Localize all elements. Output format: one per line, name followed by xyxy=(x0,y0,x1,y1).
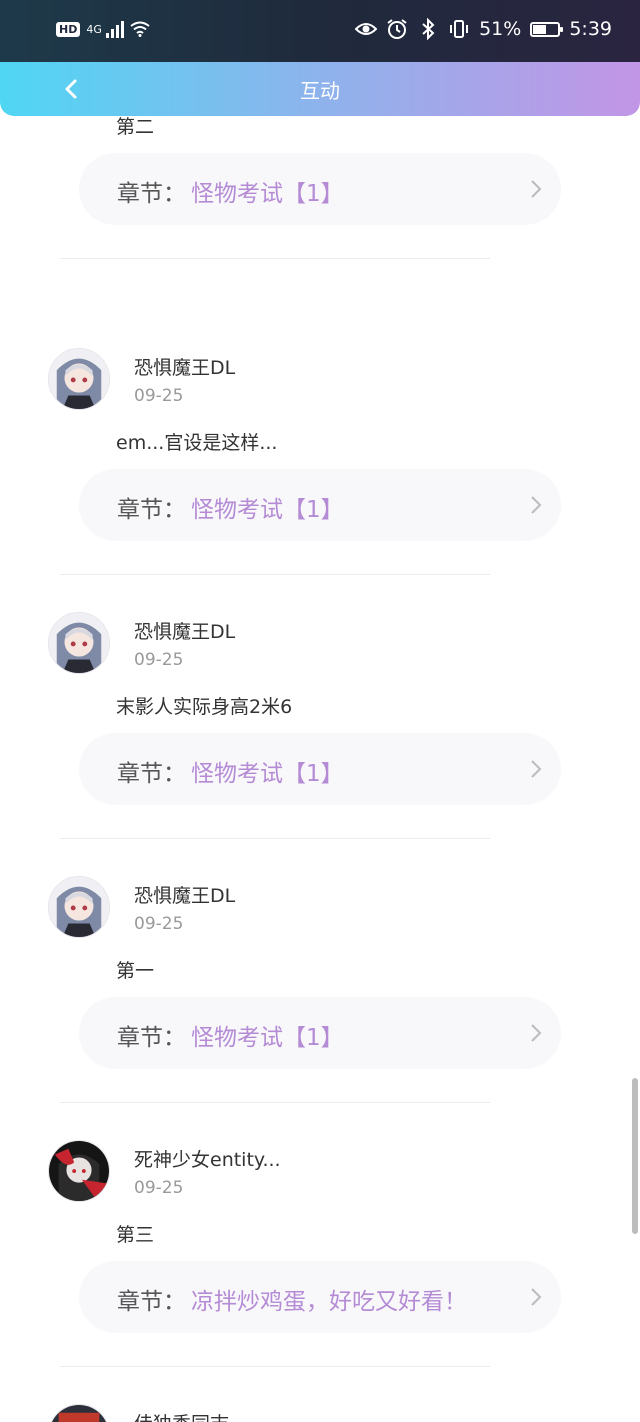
user-avatar[interactable] xyxy=(48,612,110,674)
clock: 5:39 xyxy=(569,18,612,40)
hd-badge: HD xyxy=(56,21,81,37)
comment-text: em...官设是这样... xyxy=(116,432,278,454)
chevron-right-icon xyxy=(531,180,542,198)
chapter-name: 怪物考试【1】 xyxy=(191,1025,344,1051)
wifi-icon xyxy=(130,21,150,37)
bluetooth-icon xyxy=(422,18,435,40)
user-avatar[interactable] xyxy=(48,1140,110,1202)
signal-icon xyxy=(105,20,124,38)
user-avatar[interactable] xyxy=(48,1404,110,1422)
comment-date: 09-25 xyxy=(134,1178,184,1198)
username[interactable]: 恐惧魔王DL xyxy=(134,881,235,908)
username[interactable]: 恐惧魔王DL xyxy=(134,617,235,644)
chapter-link[interactable]: 章节： 凉拌炒鸡蛋，好吃又好看！ xyxy=(79,1261,561,1333)
alarm-icon xyxy=(387,19,407,39)
chapter-name: 怪物考试【1】 xyxy=(191,761,344,787)
comment-date: 09-25 xyxy=(134,650,184,670)
username[interactable]: 佳独秀同志 xyxy=(134,1409,229,1422)
chevron-right-icon xyxy=(531,760,542,778)
divider xyxy=(60,258,490,259)
battery-fill xyxy=(533,24,546,34)
page-title: 互动 xyxy=(300,79,340,103)
divider xyxy=(60,838,490,839)
comment-text: 第三 xyxy=(116,1224,155,1246)
chevron-right-icon xyxy=(531,1288,542,1306)
chapter-label: 章节： xyxy=(117,497,186,523)
chapter-link[interactable]: 章节： 怪物考试【1】 xyxy=(79,153,561,225)
nav-bar: 互动 xyxy=(0,62,640,116)
username[interactable]: 恐惧魔王DL xyxy=(134,353,235,380)
comment-feed[interactable]: 09-25 第二 章节： 怪物考试【1】 恐惧魔王DL 09-25 em...官… xyxy=(0,116,640,1422)
user-avatar[interactable] xyxy=(48,876,110,938)
chapter-link[interactable]: 章节： 怪物考试【1】 xyxy=(79,469,561,541)
comment-date: 09-25 xyxy=(134,386,184,406)
chapter-name: 怪物考试【1】 xyxy=(191,497,344,523)
comment-text: 第二 xyxy=(116,116,155,138)
username[interactable]: 死神少女entity... xyxy=(134,1145,281,1172)
comment-date: 09-25 xyxy=(134,914,184,934)
scrollbar[interactable] xyxy=(632,1078,638,1234)
divider xyxy=(60,1102,490,1103)
battery-icon xyxy=(530,21,564,37)
divider xyxy=(60,1366,490,1367)
comment-text: 末影人实际身高2米6 xyxy=(116,696,293,718)
chapter-name: 怪物考试【1】 xyxy=(191,181,344,207)
comment-text: 第一 xyxy=(116,960,155,982)
chapter-label: 章节： xyxy=(117,181,186,207)
chapter-link[interactable]: 章节： 怪物考试【1】 xyxy=(79,733,561,805)
chapter-name: 凉拌炒鸡蛋，好吃又好看！ xyxy=(191,1289,467,1315)
eye-icon xyxy=(355,23,378,35)
status-bar: HD 4G 51% 5:39 xyxy=(0,0,640,62)
user-avatar[interactable] xyxy=(48,348,110,410)
network-type: 4G xyxy=(86,22,102,36)
battery-percent: 51% xyxy=(479,18,522,40)
chevron-right-icon xyxy=(531,1024,542,1042)
status-left: HD 4G xyxy=(56,20,150,38)
vibrate-icon xyxy=(450,20,469,38)
chapter-label: 章节： xyxy=(117,1025,186,1051)
chevron-right-icon xyxy=(531,496,542,514)
status-right: 51% 5:39 xyxy=(355,18,612,40)
divider xyxy=(60,574,490,575)
chapter-label: 章节： xyxy=(117,1289,186,1315)
chapter-link[interactable]: 章节： 怪物考试【1】 xyxy=(79,997,561,1069)
chapter-label: 章节： xyxy=(117,761,186,787)
